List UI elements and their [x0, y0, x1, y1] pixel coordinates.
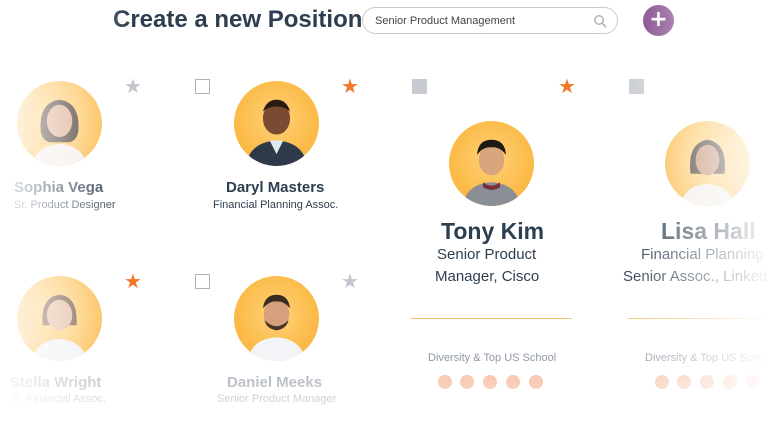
- rating-dot: [460, 375, 474, 389]
- candidate-role: Financial Planning Assoc.: [213, 199, 339, 211]
- rating-dot: [529, 375, 543, 389]
- avatar: [665, 121, 750, 206]
- rating-dot: [655, 375, 669, 389]
- select-checkbox[interactable]: [195, 274, 210, 289]
- candidate-role: Sr. Product Designer: [14, 199, 116, 211]
- candidate-role-line1: Senior Product: [437, 246, 537, 263]
- rating-dot: [483, 375, 497, 389]
- rating-dot: [723, 375, 737, 389]
- fade-overlay-bottom: [0, 354, 768, 434]
- person-photo-icon: [32, 294, 87, 361]
- search-input[interactable]: [375, 13, 585, 29]
- candidate-role-line2: Senior Assoc., LinkedIn: [623, 268, 768, 285]
- candidate-role-line2: Manager, Cisco: [435, 268, 540, 285]
- search-icon[interactable]: [593, 14, 607, 28]
- star-icon[interactable]: ★: [341, 271, 359, 291]
- candidate-name: Daryl Masters: [226, 179, 325, 196]
- person-photo-icon: [247, 294, 306, 361]
- rating-dot: [438, 375, 452, 389]
- candidate-name: Daniel Meeks: [227, 374, 323, 391]
- rating-dot: [506, 375, 520, 389]
- star-icon[interactable]: ★: [341, 76, 359, 96]
- avatar: [449, 121, 534, 206]
- divider: [411, 318, 572, 319]
- star-icon[interactable]: ★: [558, 76, 576, 96]
- divider: [628, 318, 768, 319]
- rating-dot: [677, 375, 691, 389]
- candidate-role: Sr. Financial Assoc.: [10, 393, 106, 405]
- candidate-name: Lisa Hall: [661, 218, 756, 244]
- person-photo-icon: [680, 139, 735, 206]
- candidate-role: Senior Product Manager: [217, 393, 337, 405]
- fade-overlay-right: [618, 0, 768, 434]
- avatar: [234, 276, 319, 361]
- select-checkbox[interactable]: [629, 79, 644, 94]
- star-icon[interactable]: ★: [124, 271, 142, 291]
- person-photo-icon: [245, 99, 308, 166]
- candidate-name: Stella Wright: [10, 374, 102, 391]
- select-checkbox[interactable]: [195, 79, 210, 94]
- candidate-name: Tony Kim: [441, 218, 545, 244]
- fade-overlay-left: [0, 0, 130, 434]
- candidate-name: Sophia Vega: [14, 179, 104, 196]
- person-photo-icon: [462, 139, 521, 206]
- rating-dot: [746, 375, 760, 389]
- person-photo-icon: [32, 99, 87, 166]
- select-checkbox[interactable]: [412, 79, 427, 94]
- star-icon[interactable]: ★: [124, 76, 142, 96]
- avatar: [17, 276, 102, 361]
- avatar: [234, 81, 319, 166]
- candidate-tag: Diversity & Top US School: [645, 352, 768, 364]
- candidate-role-line1: Financial Planning: [641, 246, 764, 263]
- avatar: [17, 81, 102, 166]
- page-title: Create a new Position: [113, 6, 363, 33]
- candidate-tag: Diversity & Top US School: [428, 352, 557, 364]
- rating-dot: [700, 375, 714, 389]
- search-box[interactable]: [362, 7, 618, 34]
- add-position-button[interactable]: +: [643, 5, 674, 36]
